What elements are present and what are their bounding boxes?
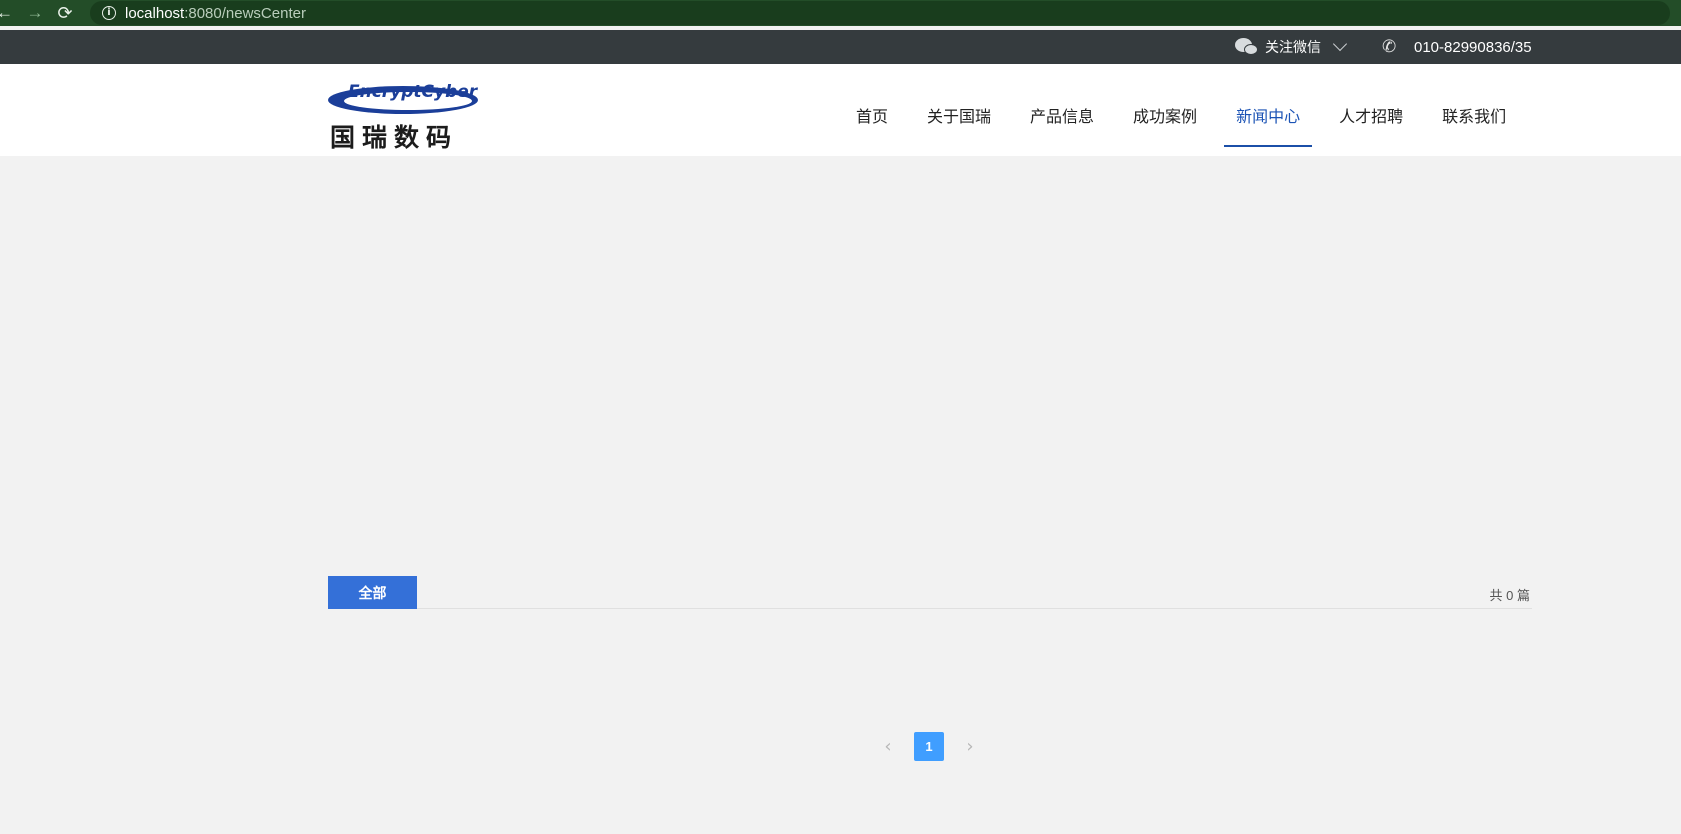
url-host: localhost: [125, 4, 185, 22]
nav-item-news[interactable]: 新闻中心: [1224, 64, 1313, 156]
tab-all[interactable]: 全部: [328, 576, 417, 609]
wechat-follow-dropdown[interactable]: 关注微信: [1235, 30, 1348, 64]
phone-contact: ✆ 010-82990836/35: [1382, 30, 1532, 64]
nav-item-home[interactable]: 首页: [844, 64, 900, 156]
top-info-bar: 关注微信 ✆ 010-82990836/35: [0, 30, 1681, 64]
info-icon[interactable]: i: [102, 6, 116, 20]
article-count: 共 0 篇: [1489, 588, 1530, 603]
next-page-button[interactable]: ›: [956, 736, 984, 757]
logo-chinese-text: 国瑞数码: [330, 123, 459, 152]
phone-icon: ✆: [1382, 37, 1397, 57]
wechat-label: 关注微信: [1265, 39, 1321, 55]
prev-page-button[interactable]: ‹: [874, 736, 902, 757]
forward-icon[interactable]: →: [22, 0, 48, 26]
back-icon[interactable]: ←: [0, 0, 13, 26]
nav-item-cases[interactable]: 成功案例: [1121, 64, 1209, 156]
nav-item-products[interactable]: 产品信息: [1018, 64, 1106, 156]
news-category-tabs: 全部 共 0 篇: [328, 576, 1532, 609]
nav-item-about[interactable]: 关于国瑞: [915, 64, 1003, 156]
pagination: ‹ 1 ›: [874, 732, 984, 761]
url-path: :8080/newsCenter: [184, 4, 306, 22]
chevron-down-icon: [1332, 36, 1348, 52]
nav-item-careers[interactable]: 人才招聘: [1327, 64, 1415, 156]
wechat-icon: [1235, 37, 1261, 57]
nav-item-contact[interactable]: 联系我们: [1430, 64, 1518, 156]
browser-toolbar: ← → ⟳ i localhost:8080/newsCenter: [0, 0, 1681, 26]
reload-icon[interactable]: ⟳: [52, 0, 78, 26]
company-logo[interactable]: EncryptCyber 国瑞数码: [328, 82, 480, 152]
phone-number: 010-82990836/35: [1414, 38, 1532, 56]
logo-english-text: EncryptCyber: [348, 82, 478, 102]
address-bar[interactable]: i localhost:8080/newsCenter: [90, 1, 1670, 25]
main-nav: 首页 关于国瑞 产品信息 成功案例 新闻中心 人才招聘 联系我们: [844, 64, 1533, 156]
site-header: EncryptCyber 国瑞数码 首页 关于国瑞 产品信息 成功案例 新闻中心…: [0, 64, 1681, 156]
page-number-button[interactable]: 1: [914, 732, 944, 761]
